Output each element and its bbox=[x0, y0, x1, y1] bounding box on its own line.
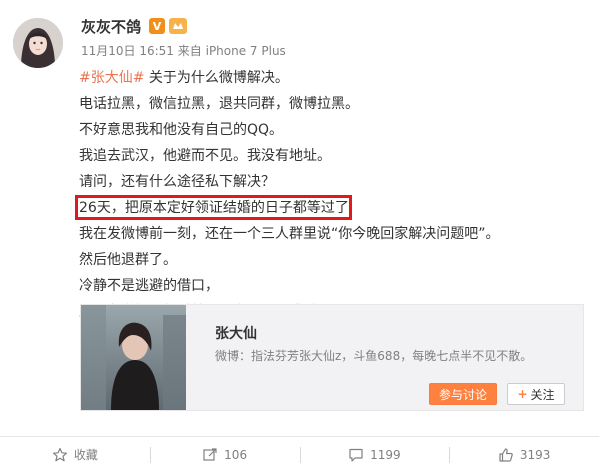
post-line: 我在发微博前一刻，还在一个三人群里说“你今晚回家解决问题吧”。 bbox=[79, 226, 500, 242]
post-meta: 11月10日 16:51 来自 iPhone 7 Plus bbox=[81, 42, 286, 59]
avatar[interactable] bbox=[13, 18, 63, 68]
follow-button[interactable]: + 关注 bbox=[507, 383, 565, 405]
highlighted-sentence: 26天，把原本定好领证结婚的日子都等过了 bbox=[75, 195, 352, 221]
member-level-icon bbox=[169, 18, 188, 34]
user-name[interactable]: 灰灰不鸽 bbox=[81, 16, 141, 37]
card-description: 微博：指法芬芳张大仙z，斗鱼688，每晚七点半不见不散。 bbox=[215, 349, 533, 363]
post-line: 然后他退群了。 bbox=[79, 252, 177, 268]
post-line: #张大仙# 关于为什么微博解决。 bbox=[79, 65, 579, 91]
repost-count: 106 bbox=[224, 447, 248, 462]
card-image[interactable] bbox=[81, 305, 186, 410]
discuss-button[interactable]: 参与讨论 bbox=[429, 383, 497, 405]
post-line: 请问，还有什么途径私下解决？ bbox=[79, 174, 275, 190]
avatar-image bbox=[13, 18, 63, 68]
post-timestamp[interactable]: 11月10日 16:51 bbox=[81, 44, 174, 58]
favorite-label: 收藏 bbox=[73, 448, 98, 462]
thumbs-up-icon bbox=[499, 447, 513, 462]
post-body: #张大仙# 关于为什么微博解决。 电话拉黑，微信拉黑，退共同群，微博拉黑。 不好… bbox=[75, 65, 579, 325]
post-source: iPhone 7 Plus bbox=[205, 44, 286, 58]
topic-card[interactable]: 张大仙 微博：指法芬芳张大仙z，斗鱼688，每晚七点半不见不散。 参与讨论 + … bbox=[80, 304, 584, 411]
post-line: 冷静不是逃避的借口， bbox=[79, 278, 219, 294]
plus-icon: + bbox=[517, 387, 528, 401]
user-row: 灰灰不鸽 V bbox=[81, 14, 188, 38]
star-icon bbox=[52, 447, 67, 461]
action-bar: 收藏 106 1199 3193 bbox=[0, 436, 599, 472]
follow-label: 关注 bbox=[530, 387, 555, 402]
comment-count: 1199 bbox=[370, 447, 401, 462]
card-photo bbox=[81, 305, 186, 410]
card-title[interactable]: 张大仙 bbox=[215, 323, 257, 343]
comment-button[interactable]: 1199 bbox=[299, 445, 450, 465]
verified-icon: V bbox=[149, 18, 166, 34]
like-count: 3193 bbox=[519, 447, 551, 462]
comment-icon bbox=[349, 448, 363, 462]
like-button[interactable]: 3193 bbox=[449, 445, 599, 465]
post-line: 我追去武汉，他避而不见。我没有地址。 bbox=[79, 148, 331, 164]
post-line: 电话拉黑，微信拉黑，退共同群，微博拉黑。 bbox=[79, 96, 359, 112]
highlighted-text: 26天，把原本定好领证结婚的日子都等过了 bbox=[79, 200, 349, 216]
topic-link[interactable]: #张大仙# bbox=[79, 70, 144, 86]
post-line-highlighted: 26天，把原本定好领证结婚的日子都等过了 bbox=[75, 195, 579, 221]
source-prefix: 来自 bbox=[177, 44, 202, 58]
post-line-text: 关于为什么微博解决。 bbox=[144, 70, 289, 86]
post-line: 不好意思我和他没有自己的QQ。 bbox=[79, 122, 284, 138]
favorite-button[interactable]: 收藏 bbox=[0, 445, 150, 465]
repost-icon bbox=[203, 447, 217, 461]
repost-button[interactable]: 106 bbox=[149, 445, 300, 465]
